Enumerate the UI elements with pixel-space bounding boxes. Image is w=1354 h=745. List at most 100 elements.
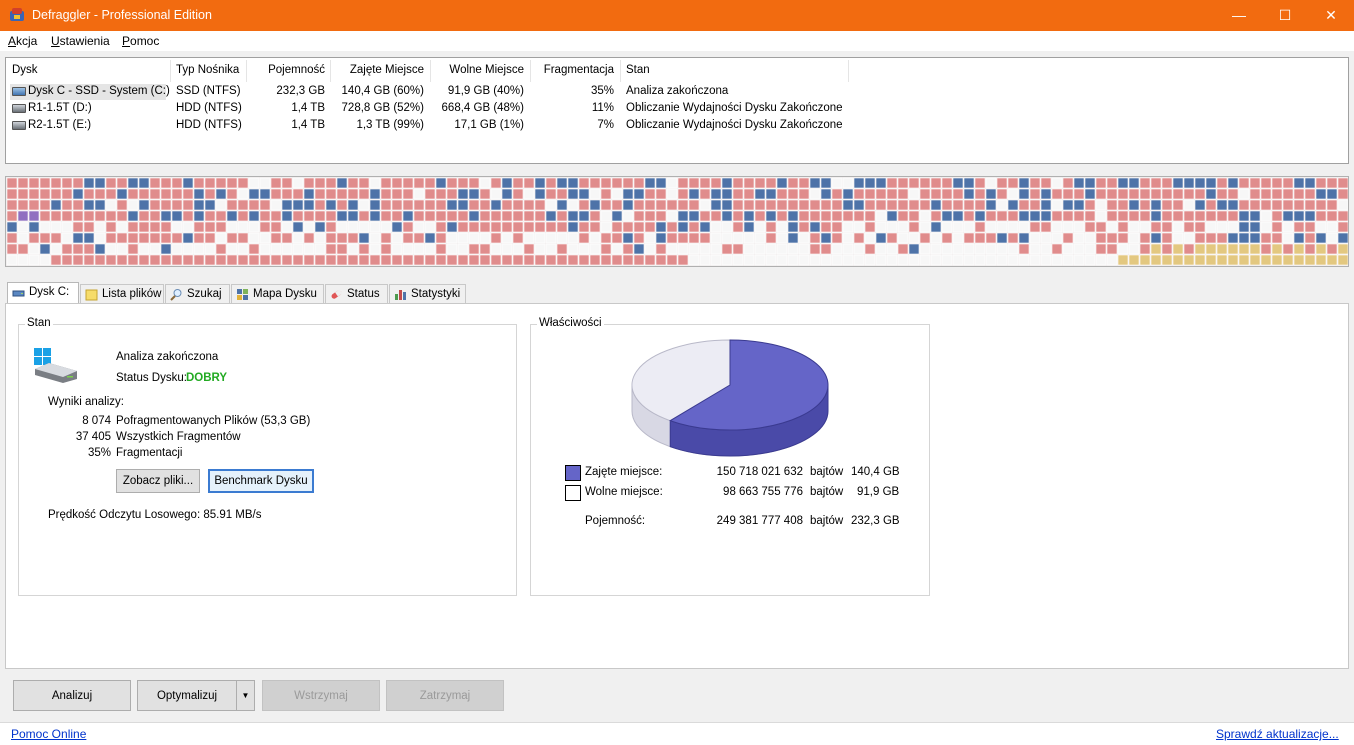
map-block [545,243,557,255]
map-block [699,177,711,189]
map-block [446,221,458,233]
map-block [314,232,326,244]
map-block [787,243,799,255]
map-block [1128,221,1140,233]
map-block [732,221,744,233]
map-block [116,232,128,244]
map-block [721,254,733,266]
menu-pomoc[interactable]: Pomoc [122,34,159,48]
map-block [1084,199,1096,211]
tab-search[interactable]: Szukaj [165,284,230,304]
map-block [765,221,777,233]
map-block [919,210,931,222]
map-block [1304,243,1316,255]
map-block [490,221,502,233]
map-block [413,199,425,211]
map-block [743,199,755,211]
map-block [1106,254,1118,266]
map-block [226,177,238,189]
map-block [1337,243,1348,255]
map-block [1161,177,1173,189]
map-block [182,254,194,266]
map-block [292,221,304,233]
map-block [226,243,238,255]
map-block [61,210,73,222]
map-block [138,177,150,189]
map-block [116,221,128,233]
map-block [908,232,920,244]
map-block [842,221,854,233]
map-block [138,243,150,255]
map-block [259,210,271,222]
map-block [941,188,953,200]
map-block [765,177,777,189]
map-block [1282,188,1294,200]
map-block [1271,210,1283,222]
optimize-button[interactable]: Optymalizuj [137,680,237,711]
column-header-media-type[interactable]: Typ Nośnika [176,64,239,76]
map-block [556,210,568,222]
check-updates-link[interactable]: Sprawdź aktualizacje... [1216,727,1339,741]
pause-button[interactable]: Wstrzymaj [262,680,380,711]
map-block [919,188,931,200]
map-block [358,199,370,211]
analyze-button[interactable]: Analizuj [13,680,131,711]
column-header-drive[interactable]: Dysk [12,64,38,76]
minimize-button[interactable]: — [1216,0,1262,31]
map-block [303,232,315,244]
tab-file-list[interactable]: Lista plików [80,284,164,304]
menu-akcja[interactable]: Akcja [8,34,37,48]
column-header-capacity[interactable]: Pojemność [250,64,325,76]
map-block [1194,188,1206,200]
map-block [1051,254,1063,266]
map-block [237,243,249,255]
drive-block-map[interactable] [5,176,1349,267]
map-block [1183,232,1195,244]
map-block [1315,221,1327,233]
map-block [578,199,590,211]
stop-button[interactable]: Zatrzymaj [386,680,504,711]
menu-ustawienia[interactable]: Ustawienia [51,34,110,48]
drive-used: 140,4 GB (60%) [341,85,424,97]
defraggler-logo-icon [10,8,24,21]
online-help-link[interactable]: Pomoc Online [11,727,86,741]
map-block [963,210,975,222]
close-button[interactable]: ✕ [1308,0,1354,31]
map-block [281,177,293,189]
map-block [578,188,590,200]
map-block [776,243,788,255]
tab-drive-c[interactable]: Dysk C: [7,282,79,305]
map-block [1161,188,1173,200]
map-block [864,254,876,266]
optimize-dropdown-button[interactable]: ▼ [236,680,255,711]
column-header-status[interactable]: Stan [626,64,650,76]
map-block [61,199,73,211]
map-block [270,199,282,211]
map-block [831,210,843,222]
map-block [303,199,315,211]
tab-status[interactable]: Status [325,284,388,304]
map-block [72,254,84,266]
map-block [611,232,623,244]
column-header-used[interactable]: Zajęte Miejsce [334,64,424,76]
tab-drive-map[interactable]: Mapa Dysku [231,284,324,304]
column-header-free[interactable]: Wolne Miejsce [434,64,524,76]
benchmark-button[interactable]: Benchmark Dysku [208,469,314,493]
map-block [666,177,678,189]
map-block [182,232,194,244]
map-block [589,232,601,244]
map-block [116,199,128,211]
tab-statistics[interactable]: Statystyki [389,284,466,304]
map-block [336,232,348,244]
map-block [1084,210,1096,222]
map-block [149,188,161,200]
map-block [732,232,744,244]
maximize-button[interactable]: ☐ [1262,0,1308,31]
column-header-fragmentation[interactable]: Fragmentacja [534,64,614,76]
drive-list[interactable]: Dysk Typ Nośnika Pojemność Zajęte Miejsc… [5,57,1349,164]
map-block [743,232,755,244]
tab-strip: Dysk C: Lista plików Szukaj Mapa Dysku S… [5,282,905,305]
drive-used: 1,3 TB (99%) [356,119,424,131]
view-files-button[interactable]: Zobacz pliki... [116,469,200,493]
map-block [1337,177,1348,189]
